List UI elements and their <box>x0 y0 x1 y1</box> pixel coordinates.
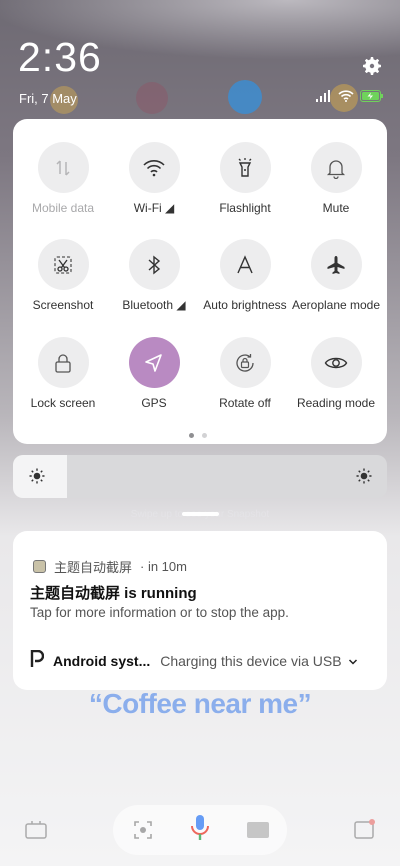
tile-label: Mute <box>322 201 350 215</box>
tile-mobile-data[interactable]: Mobile data <box>17 142 109 215</box>
bluetooth-icon <box>128 239 180 290</box>
tile-bluetooth[interactable]: Bluetooth ◢ <box>108 239 200 312</box>
rotate-lock-icon <box>219 337 271 388</box>
tile-label: Aeroplane mode <box>291 298 381 312</box>
tile-label: Flashlight <box>219 201 271 215</box>
page-indicator <box>189 433 207 438</box>
panel-drag-handle[interactable] <box>182 512 219 516</box>
brightness-slider[interactable] <box>13 455 387 498</box>
location-icon <box>128 337 180 388</box>
tile-label: Mobile data <box>31 201 95 215</box>
tile-label: Lock screen <box>30 396 96 410</box>
tile-label: Auto brightness <box>203 298 287 312</box>
notification-time: · in 10m <box>140 559 187 574</box>
mobile-data-icon <box>37 142 89 193</box>
flashlight-icon <box>219 142 271 193</box>
tile-auto-brightness[interactable]: Auto brightness <box>199 239 291 312</box>
background-app-icon <box>24 818 48 845</box>
tile-flashlight[interactable]: Flashlight <box>199 142 291 215</box>
background-app-icon <box>136 82 168 114</box>
bell-icon <box>310 142 362 193</box>
settings-gear-icon[interactable] <box>360 54 384 78</box>
background-app-icon <box>228 80 262 114</box>
tile-aeroplane-mode[interactable]: Aeroplane mode <box>290 239 382 312</box>
system-status-icons <box>316 89 384 107</box>
chevron-down-icon[interactable] <box>348 653 358 669</box>
signal-icon <box>316 89 332 107</box>
keyboard-icon <box>246 821 270 844</box>
auto-brightness-icon <box>219 239 271 290</box>
usb-notification-row[interactable]: Android syst... Charging this device via… <box>30 649 367 671</box>
notification-title: 主题自动截屏 is running <box>30 585 197 602</box>
eye-icon <box>310 337 362 388</box>
tile-wifi[interactable]: Wi-Fi ◢ <box>108 142 200 215</box>
quick-settings-panel: Mobile data Wi-Fi ◢ Flashlight Mute Scre… <box>13 119 387 444</box>
microphone-icon <box>190 813 210 848</box>
tile-lock-screen[interactable]: Lock screen <box>17 337 109 410</box>
date: Fri, 7 May <box>19 91 77 106</box>
lock-icon <box>37 337 89 388</box>
brightness-high-icon <box>355 467 373 490</box>
assistant-suggestion: “Coffee near me” <box>88 688 312 719</box>
tile-screenshot[interactable]: Screenshot <box>17 239 109 312</box>
tile-label: GPS <box>141 396 167 410</box>
wifi-status-icon <box>338 89 354 107</box>
lens-icon <box>133 820 153 845</box>
airplane-icon <box>310 239 362 290</box>
notification-body: Tap for more information or to stop the … <box>30 605 289 620</box>
android-system-icon <box>30 649 45 671</box>
tile-gps[interactable]: GPS <box>108 337 200 410</box>
clock: 2:36 <box>18 34 102 80</box>
page-dot <box>202 433 207 438</box>
tile-label: Rotate off <box>219 396 271 410</box>
page-dot-active <box>189 433 194 438</box>
notification-header: 主题自动截屏 · in 10m <box>33 557 187 576</box>
notification-app-name: 主题自动截屏 <box>54 560 133 575</box>
brightness-low-icon <box>28 467 46 490</box>
tile-label: Wi-Fi ◢ <box>133 201 175 215</box>
tile-rotate-off[interactable]: Rotate off <box>199 337 291 410</box>
background-app-icon <box>353 818 377 845</box>
battery-charging-icon <box>360 89 384 107</box>
scissors-icon <box>37 239 89 290</box>
wifi-icon <box>128 142 180 193</box>
tile-label: Screenshot <box>32 298 94 312</box>
usb-app-name: Android syst... <box>53 652 151 669</box>
tile-label: Bluetooth ◢ <box>122 298 186 312</box>
tile-label: Reading mode <box>296 396 376 410</box>
usb-status-text: Charging this device via USB <box>160 652 342 669</box>
notification-card[interactable]: 主题自动截屏 · in 10m 主题自动截屏 is running Tap fo… <box>13 531 387 690</box>
tile-mute[interactable]: Mute <box>290 142 382 215</box>
app-icon <box>33 560 46 573</box>
tile-reading-mode[interactable]: Reading mode <box>290 337 382 410</box>
